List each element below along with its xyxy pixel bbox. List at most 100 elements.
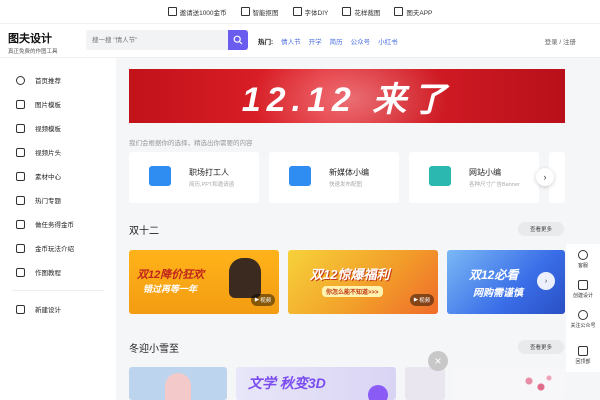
- sidebar-item-video-templates[interactable]: 视频模板: [0, 116, 116, 140]
- search-button[interactable]: [228, 30, 248, 50]
- recommend-hint: 我们会根据你的选择，精选出你需要的内容: [129, 140, 253, 147]
- play-icon: ▶: [413, 297, 419, 303]
- sidebar-item-label: 素材中心: [35, 174, 61, 181]
- video-intro-icon: [16, 147, 25, 157]
- sidebar-item-topics[interactable]: 热门专题: [0, 188, 116, 212]
- play-icon: ▶: [254, 297, 260, 303]
- badge-circle: [368, 385, 388, 400]
- template-card[interactable]: 双12降价狂欢 错过再等一年 ▶ 视频: [129, 250, 279, 314]
- font-icon: [292, 7, 302, 16]
- video-badge: ▶ 视频: [251, 294, 275, 306]
- sidebar-item-coins[interactable]: 金币玩法介绍: [0, 236, 116, 260]
- top-promo-bar: 邀请送1000金币 智能抠图 字体DIY 花样裁图 图夫APP: [0, 0, 600, 24]
- hot-tag[interactable]: 开学: [309, 36, 322, 46]
- category-title: 新媒体小编: [329, 168, 369, 177]
- card-headline: 双12必看: [469, 268, 519, 282]
- topbar-label: 智能抠图: [252, 9, 279, 17]
- sidebar-item-tutorials[interactable]: 作图教程: [0, 260, 116, 284]
- briefcase-icon: [149, 166, 171, 186]
- topbar-item-crop[interactable]: 花样裁图: [342, 7, 380, 17]
- sidebar-item-video-intro[interactable]: 视频片头: [0, 140, 116, 164]
- sidebar-item-label: 图片模板: [35, 102, 61, 109]
- logo[interactable]: 图夫设计 真正免费的作图工具: [8, 30, 58, 55]
- hot-tag[interactable]: 公众号: [351, 36, 371, 46]
- search-input[interactable]: [86, 30, 248, 50]
- topbar-item-invite[interactable]: 邀请送1000金币: [167, 7, 227, 17]
- sidebar-divider: [12, 290, 104, 291]
- compass-icon: [16, 75, 25, 85]
- app-icon: [394, 7, 404, 16]
- topbar-label: 字体DIY: [304, 9, 329, 17]
- login-register-link[interactable]: 登录 / 注册: [545, 36, 576, 46]
- template-card[interactable]: [129, 367, 227, 400]
- create-icon: [578, 280, 588, 290]
- video-badge: ▶ 视频: [410, 294, 434, 306]
- follow-wechat-button[interactable]: 关注公众号: [566, 310, 600, 329]
- task-icon: [16, 219, 25, 229]
- hot-tags: 热门: 情人节 开学 简历 公众号 小红书: [258, 36, 398, 46]
- section-title: 双十二: [129, 226, 159, 237]
- promo-banner[interactable]: 12.12 来了: [129, 69, 565, 123]
- template-card[interactable]: [405, 367, 445, 400]
- template-card[interactable]: [453, 367, 565, 400]
- right-float-bar: 客服 创建设计 关注公众号 回顶部: [566, 244, 600, 372]
- create-design-button[interactable]: 创建设计: [566, 280, 600, 299]
- card-headline: 双12惊爆福利: [310, 267, 390, 282]
- new-design-icon: [16, 304, 25, 314]
- section-title: 冬迎小雪至: [129, 344, 179, 355]
- card-headline: 双12降价狂欢: [137, 269, 205, 281]
- wechat-icon: [578, 310, 588, 320]
- category-card-office[interactable]: 职场打工人 简历,PPT和邀请函: [129, 152, 259, 203]
- category-subtitle: 各种尺寸广告Banner: [469, 182, 520, 188]
- image-template-icon: [16, 99, 25, 109]
- hot-tag[interactable]: 简历: [330, 36, 343, 46]
- topbar-item-app[interactable]: 图夫APP: [394, 7, 432, 17]
- sidebar-item-home[interactable]: 首页推荐: [0, 68, 116, 92]
- topbar-label: 邀请送1000金币: [179, 9, 227, 17]
- card-headline: 文学 秋变3D: [248, 375, 326, 391]
- category-title: 职场打工人: [189, 168, 229, 177]
- topbar-item-cutout[interactable]: 智能抠图: [240, 7, 279, 17]
- see-more-button[interactable]: 查看更多: [518, 222, 564, 236]
- hot-tag[interactable]: 情人节: [281, 36, 301, 46]
- gift-icon: [167, 7, 177, 16]
- tutorial-icon: [16, 267, 25, 277]
- back-to-top-button[interactable]: 回顶部: [566, 346, 600, 365]
- category-subtitle: 简历,PPT和邀请函: [189, 182, 235, 188]
- banner-text: 12.12 来了: [241, 80, 453, 119]
- header: 图夫设计 真正免费的作图工具 热门: 情人节 开学 简历 公众号 小红书 登录 …: [0, 24, 600, 58]
- next-arrow-button[interactable]: ›: [536, 168, 554, 186]
- hot-label: 热门:: [258, 39, 274, 46]
- hot-tag[interactable]: 小红书: [378, 36, 398, 46]
- chevron-right-icon[interactable]: ›: [537, 272, 555, 290]
- figure-illustration: [165, 373, 191, 400]
- plum-blossom-illustration: [517, 369, 557, 399]
- sidebar-item-label: 视频片头: [35, 150, 61, 157]
- see-more-button[interactable]: 查看更多: [518, 340, 564, 354]
- sidebar-item-tasks[interactable]: 做任务得金币: [0, 212, 116, 236]
- category-subtitle: 快速发布配图: [329, 182, 363, 188]
- cutout-icon: [240, 7, 250, 16]
- back-top-icon: [578, 346, 588, 356]
- category-card-website[interactable]: 网站小编 各种尺寸广告Banner: [409, 152, 539, 203]
- sidebar-item-image-templates[interactable]: 图片模板: [0, 92, 116, 116]
- close-icon[interactable]: ×: [428, 351, 448, 371]
- topbar-label: 图夫APP: [406, 9, 433, 17]
- sidebar-item-label: 做任务得金币: [35, 222, 74, 229]
- topbar-label: 花样裁图: [354, 9, 381, 17]
- logo-subtitle: 真正免费的作图工具: [8, 49, 58, 55]
- girl-illustration: [229, 258, 261, 298]
- sidebar-item-label: 热门专题: [35, 198, 61, 205]
- topbar-item-font[interactable]: 字体DIY: [292, 7, 329, 17]
- template-card[interactable]: 文学 秋变3D: [236, 367, 396, 400]
- template-card[interactable]: 双12惊爆福利 你怎么能不知道>>> ▶ 视频: [288, 250, 438, 314]
- new-design-button[interactable]: 新建设计: [0, 297, 116, 321]
- template-card[interactable]: 双12必看 网购需谨慎 ›: [447, 250, 565, 314]
- video-template-icon: [16, 123, 25, 133]
- customer-service-button[interactable]: 客服: [566, 250, 600, 269]
- sidebar-item-label: 作图教程: [35, 270, 61, 277]
- sidebar-item-materials[interactable]: 素材中心: [0, 164, 116, 188]
- sidebar-item-label: 视频模板: [35, 126, 61, 133]
- category-card-newmedia[interactable]: 新媒体小编 快速发布配图: [269, 152, 399, 203]
- card-subline: 你怎么能不知道>>>: [322, 286, 383, 297]
